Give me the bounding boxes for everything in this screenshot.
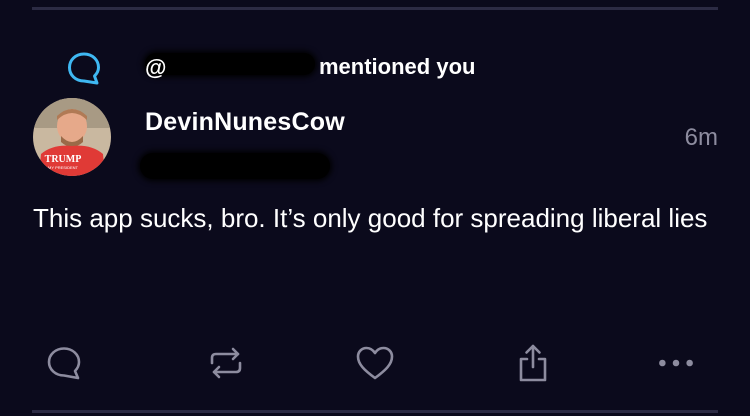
bottom-divider (32, 410, 718, 413)
more-options-button[interactable] (656, 343, 696, 383)
redacted-author-handle (140, 153, 330, 179)
author-display-name[interactable]: DevinNunesCow (145, 108, 345, 137)
svg-text:TRUMP: TRUMP (45, 154, 82, 165)
favorite-button[interactable] (355, 343, 395, 383)
redacted-mentioner-handle: @ (145, 53, 319, 81)
top-divider (32, 7, 718, 10)
post-body: This app sucks, bro. It’s only good for … (33, 203, 708, 233)
redaction-bar (145, 53, 315, 75)
svg-text:MY PRESIDENT: MY PRESIDENT (48, 165, 78, 170)
favorite-icon (356, 346, 394, 380)
boost-icon (210, 347, 242, 379)
share-button[interactable] (513, 343, 553, 383)
boost-button[interactable] (206, 343, 246, 383)
reply-button[interactable] (44, 343, 84, 383)
post-timestamp[interactable]: 6m (685, 124, 718, 152)
mention-icon (66, 50, 102, 86)
more-icon (659, 359, 693, 367)
reply-icon (47, 347, 81, 380)
handle-prefix: @ (145, 55, 167, 80)
notification-text: mentioned you (319, 54, 476, 79)
notification-header[interactable]: @ mentioned you (145, 52, 475, 82)
share-icon (519, 344, 547, 382)
avatar[interactable]: TRUMP MY PRESIDENT (33, 98, 111, 176)
